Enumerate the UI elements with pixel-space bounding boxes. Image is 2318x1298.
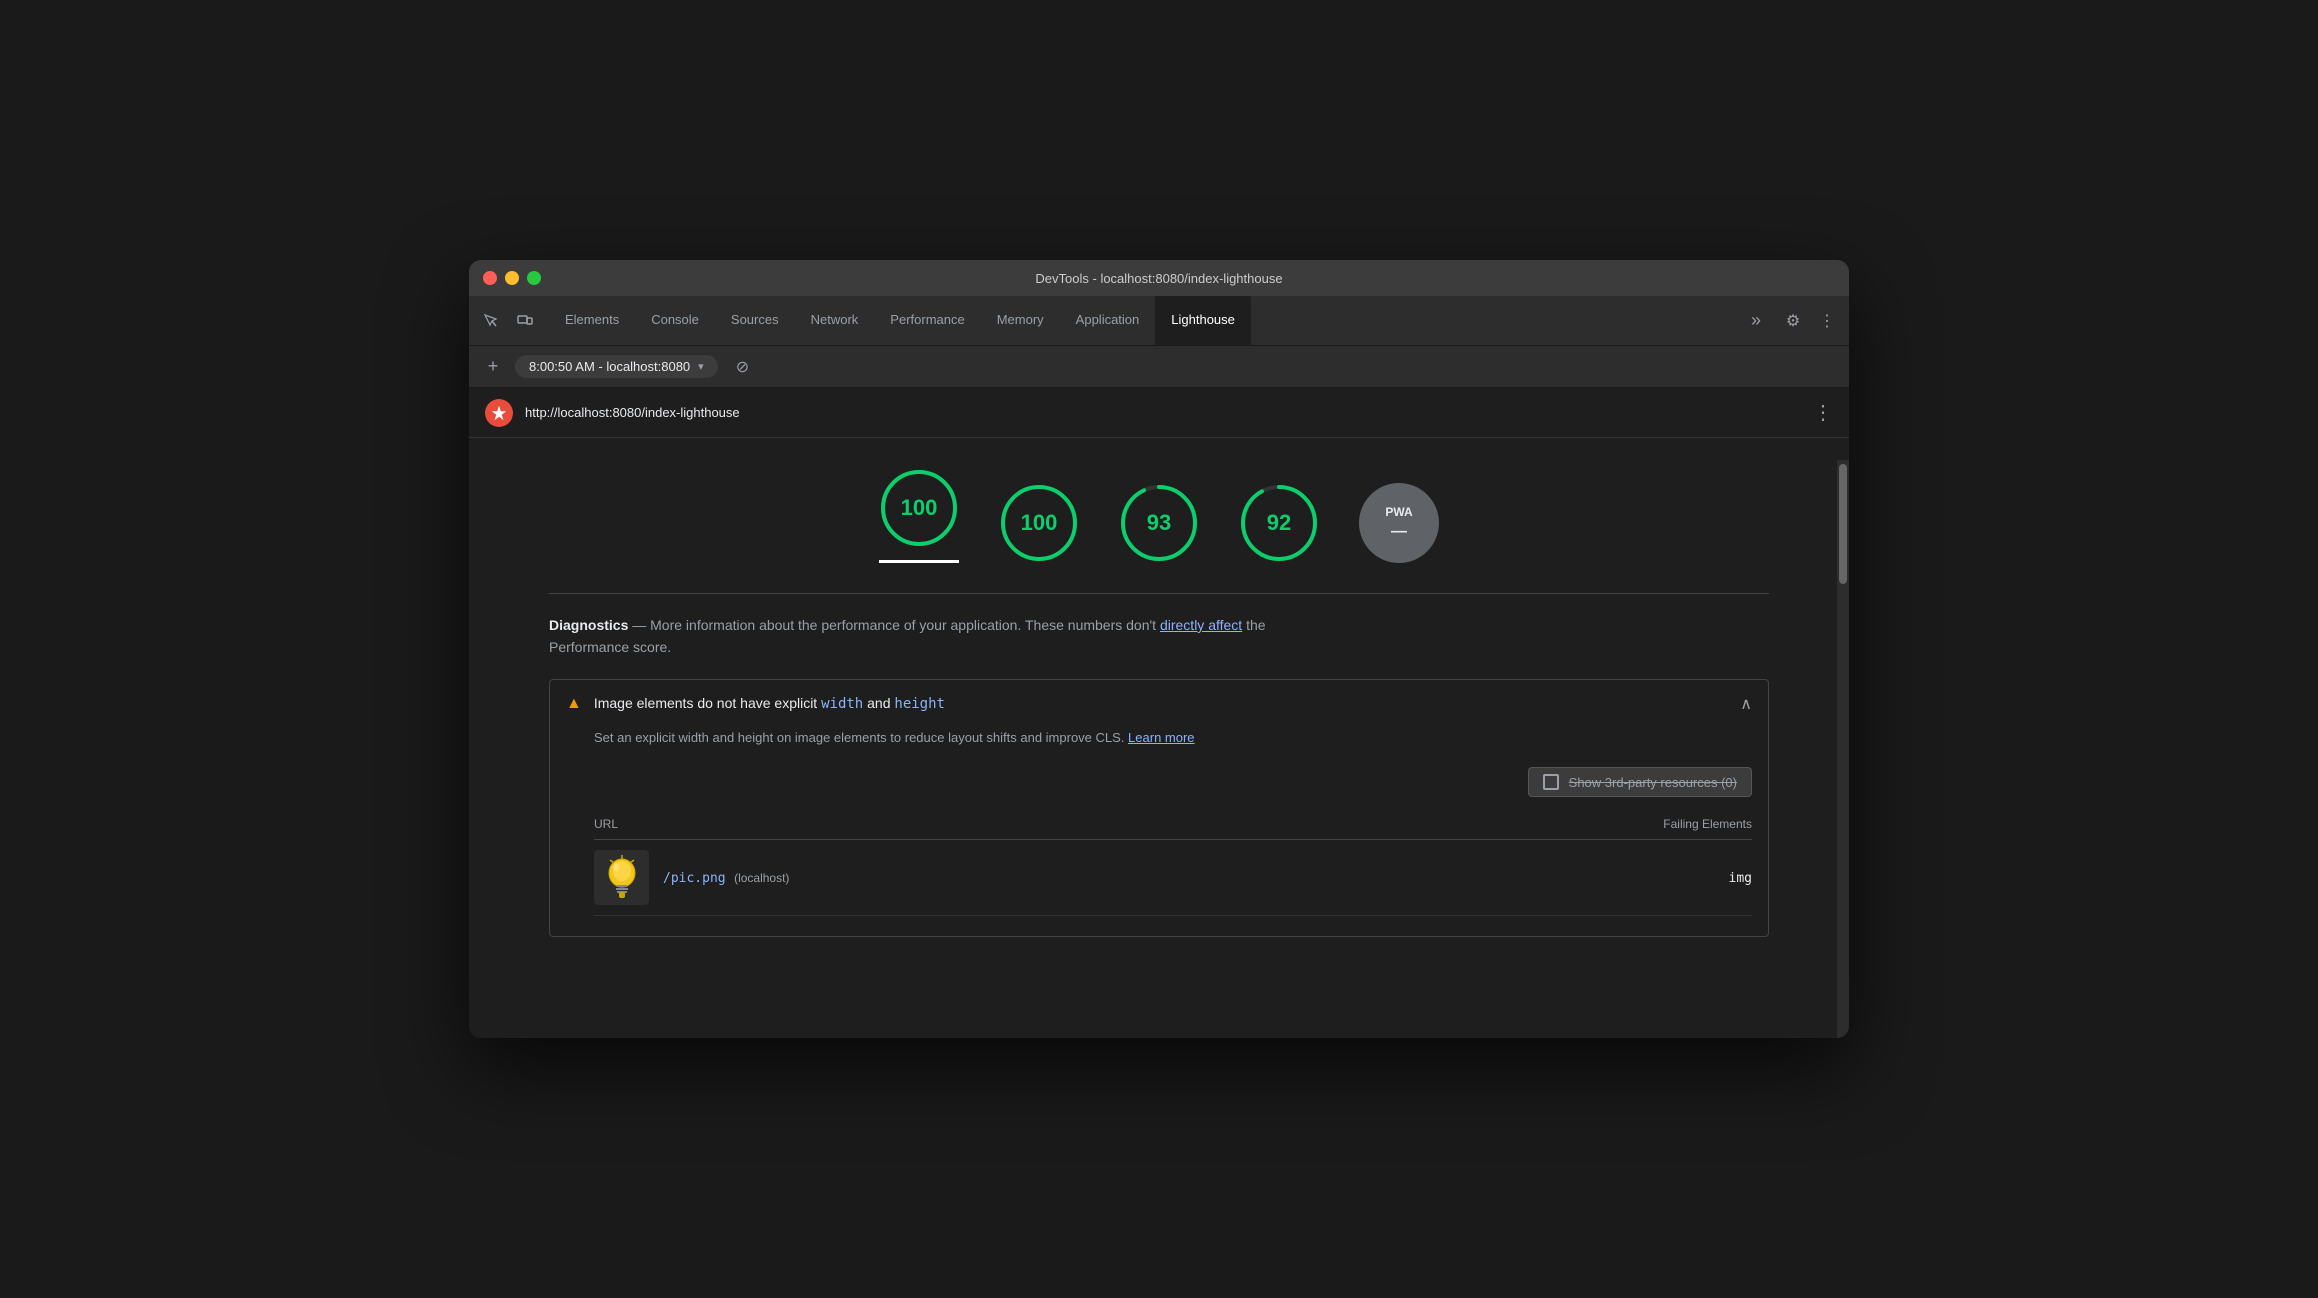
warning-triangle-icon: ▲	[566, 695, 582, 713]
pwa-label: PWA	[1385, 505, 1412, 519]
resource-url-link[interactable]: /pic.png	[663, 871, 726, 886]
address-bar: + 8:00:50 AM - localhost:8080 ▾ ⊘	[469, 346, 1849, 388]
table-header-url: URL	[594, 809, 1289, 840]
score-best-practices: 93	[1119, 483, 1199, 563]
title-bar: DevTools - localhost:8080/index-lighthou…	[469, 260, 1849, 296]
score-value-seo: 92	[1267, 510, 1291, 536]
main-content: 100 100	[469, 438, 1849, 1038]
resource-url-cell: /pic.png (localhost)	[594, 850, 1289, 905]
more-tabs-button[interactable]: »	[1741, 310, 1771, 331]
address-pill[interactable]: 8:00:50 AM - localhost:8080 ▾	[515, 355, 718, 378]
lighthouse-logo-icon	[485, 399, 513, 427]
warning-title: Image elements do not have explicit widt…	[594, 695, 1728, 712]
tab-performance[interactable]: Performance	[874, 296, 980, 345]
diagnostics-section: Diagnostics — More information about the…	[549, 593, 1769, 937]
show-third-party-button[interactable]: Show 3rd-party resources (0)	[1528, 767, 1752, 797]
resource-table: URL Failing Elements	[594, 809, 1752, 916]
score-performance: 100	[879, 468, 959, 563]
learn-more-link[interactable]: Learn more	[1128, 730, 1194, 745]
diagnostics-title: Diagnostics	[549, 617, 628, 633]
score-pwa: PWA —	[1359, 483, 1439, 563]
score-underline	[879, 560, 959, 563]
score-circle-seo[interactable]: 92	[1239, 483, 1319, 563]
diagnostics-description: Diagnostics — More information about the…	[549, 614, 1769, 659]
score-value-accessibility: 100	[1021, 510, 1058, 536]
diagnostics-desc-end: the	[1246, 617, 1265, 633]
devtools-right-icons: ⚙ ⋮	[1779, 307, 1841, 335]
table-header-failing: Failing Elements	[1289, 809, 1752, 840]
score-value-performance: 100	[901, 495, 938, 521]
pwa-circle[interactable]: PWA —	[1359, 483, 1439, 563]
tab-application[interactable]: Application	[1060, 296, 1156, 345]
tab-network[interactable]: Network	[795, 296, 875, 345]
third-party-label: Show 3rd-party resources (0)	[1569, 775, 1737, 790]
lighthouse-more-button[interactable]: ⋮	[1813, 400, 1833, 425]
diagnostics-desc: More information about the performance o…	[650, 617, 1156, 633]
red-traffic-light[interactable]	[483, 271, 497, 285]
tabs-list: Elements Console Sources Network Perform…	[549, 296, 1741, 345]
stop-loading-button[interactable]: ⊘	[736, 357, 749, 377]
score-value-best-practices: 93	[1147, 510, 1171, 536]
lighthouse-url: http://localhost:8080/index-lighthouse	[525, 405, 1813, 420]
resource-failing-element: img	[1729, 871, 1752, 886]
tab-bar: Elements Console Sources Network Perform…	[469, 296, 1849, 346]
score-circle-accessibility[interactable]: 100	[999, 483, 1079, 563]
resource-origin: (localhost)	[734, 871, 789, 885]
table-cell-failing: img	[1289, 840, 1752, 916]
score-accessibility: 100	[999, 483, 1079, 563]
tab-sources[interactable]: Sources	[715, 296, 795, 345]
address-dropdown-arrow: ▾	[698, 360, 704, 373]
more-options-icon[interactable]: ⋮	[1813, 307, 1841, 335]
third-party-row: Show 3rd-party resources (0)	[594, 767, 1752, 797]
yellow-traffic-light[interactable]	[505, 271, 519, 285]
diagnostics-separator: —	[632, 617, 650, 633]
score-circle-best-practices[interactable]: 93	[1119, 483, 1199, 563]
scrollbar-thumb[interactable]	[1839, 464, 1847, 584]
table-row: /pic.png (localhost) img	[594, 840, 1752, 916]
pwa-dash: —	[1391, 523, 1407, 541]
green-traffic-light[interactable]	[527, 271, 541, 285]
third-party-checkbox[interactable]	[1543, 774, 1559, 790]
warning-item: ▲ Image elements do not have explicit wi…	[549, 679, 1769, 938]
resource-thumbnail	[594, 850, 649, 905]
warning-body: Set an explicit width and height on imag…	[550, 728, 1768, 937]
score-circle-performance[interactable]: 100	[879, 468, 959, 548]
diagnostics-line2: Performance score.	[549, 639, 671, 655]
devtools-left-icons	[477, 307, 539, 335]
score-seo: 92	[1239, 483, 1319, 563]
tab-elements[interactable]: Elements	[549, 296, 635, 345]
address-text: 8:00:50 AM - localhost:8080	[529, 359, 690, 374]
add-tab-icon[interactable]: +	[481, 356, 505, 377]
warning-description: Set an explicit width and height on imag…	[594, 728, 1752, 748]
window-scrollbar[interactable]	[1837, 460, 1849, 1038]
tab-memory[interactable]: Memory	[981, 296, 1060, 345]
lighthouse-header: http://localhost:8080/index-lighthouse ⋮	[469, 388, 1849, 438]
scores-area: 100 100	[469, 438, 1849, 563]
device-toggle-icon[interactable]	[511, 307, 539, 335]
inspect-icon[interactable]	[477, 307, 505, 335]
warning-header[interactable]: ▲ Image elements do not have explicit wi…	[550, 680, 1768, 728]
traffic-lights	[483, 271, 541, 285]
window-title: DevTools - localhost:8080/index-lighthou…	[1035, 271, 1282, 286]
warning-chevron-icon[interactable]: ∧	[1740, 694, 1752, 714]
settings-icon[interactable]: ⚙	[1779, 307, 1807, 335]
tab-lighthouse[interactable]: Lighthouse	[1155, 296, 1251, 345]
tab-console[interactable]: Console	[635, 296, 715, 345]
diagnostics-link[interactable]: directly affect	[1160, 617, 1242, 633]
table-cell-url: /pic.png (localhost)	[594, 840, 1289, 916]
